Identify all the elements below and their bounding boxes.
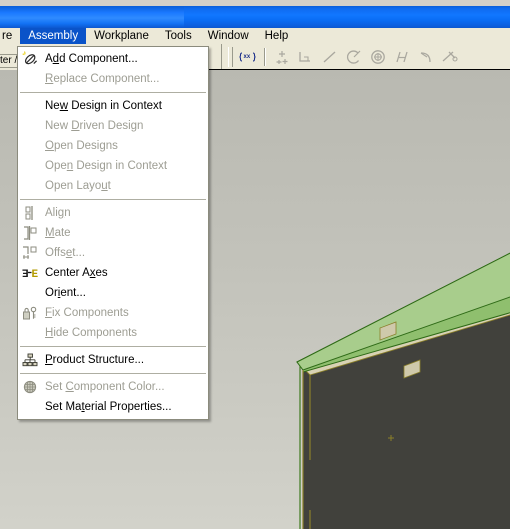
trim-icon[interactable]	[438, 46, 462, 68]
menu-item-label: Open Designs	[45, 140, 118, 152]
window-title-bar[interactable]	[0, 6, 510, 28]
menu-item-add-component[interactable]: Add Component...	[18, 49, 208, 69]
parallel-icon[interactable]	[390, 46, 414, 68]
menu-item-new-design-in-context[interactable]: New Design in Context	[18, 96, 208, 116]
offset-icon	[18, 243, 42, 263]
menu-item-label: Orient...	[45, 287, 86, 299]
menu-item-set-material-properties[interactable]: Set Material Properties...	[18, 397, 208, 417]
corner-icon[interactable]	[294, 46, 318, 68]
application-window: re Assembly Workplane Tools Window Help xx	[0, 0, 510, 529]
menu-item-label: Replace Component...	[45, 73, 160, 85]
menu-item-center-axes[interactable]: Center Axes	[18, 263, 208, 283]
menu-item-open-design-in-context: Open Design in Context	[18, 156, 208, 176]
menu-item-label: Set Component Color...	[45, 381, 165, 393]
menu-item-icon-slot	[18, 96, 42, 116]
menu-feature-clipped[interactable]: re	[0, 28, 20, 44]
menu-separator	[20, 199, 206, 200]
menu-separator	[20, 346, 206, 347]
menu-item-open-designs: Open Designs	[18, 136, 208, 156]
menu-tools[interactable]: Tools	[157, 28, 200, 44]
menu-item-icon-slot	[18, 397, 42, 417]
menu-assembly[interactable]: Assembly	[20, 28, 87, 44]
menu-item-offset: Offset...	[18, 243, 208, 263]
assembly-dropdown-menu[interactable]: Add Component... Replace Component... New …	[17, 46, 209, 420]
menu-item-label: Set Material Properties...	[45, 401, 172, 413]
menu-item-orient[interactable]: Orient...	[18, 283, 208, 303]
add-component-icon	[18, 49, 42, 69]
title-bar-highlight	[0, 6, 184, 28]
fillet-icon[interactable]	[414, 46, 438, 68]
menu-item-label: Open Layout	[45, 180, 111, 192]
menu-item-label: Align	[45, 207, 71, 219]
menu-item-label: New Design in Context	[45, 100, 162, 112]
menu-item-icon-slot	[18, 156, 42, 176]
menu-item-fix-components: Fix Components	[18, 303, 208, 323]
line-icon[interactable]	[318, 46, 342, 68]
menu-item-icon-slot	[18, 116, 42, 136]
menu-help[interactable]: Help	[257, 28, 297, 44]
menu-item-icon-slot	[18, 136, 42, 156]
menu-item-label: Fix Components	[45, 307, 129, 319]
svg-text:xx: xx	[244, 54, 251, 60]
toolbar-separator	[264, 48, 266, 66]
menu-separator	[20, 373, 206, 374]
menu-item-label: Hide Components	[45, 327, 138, 339]
center-axes-icon	[18, 263, 42, 283]
menu-item-hide-components: Hide Components	[18, 323, 208, 343]
menu-window[interactable]: Window	[200, 28, 257, 44]
menu-item-new-driven-design: New Driven Design	[18, 116, 208, 136]
toolbar-drag-handle[interactable]	[228, 47, 233, 67]
fix-components-icon	[18, 303, 42, 323]
menu-item-label: New Driven Design	[45, 120, 144, 132]
menu-item-icon-slot	[18, 69, 42, 89]
menu-item-set-component-color: Set Component Color...	[18, 377, 208, 397]
menu-item-label: Center Axes	[45, 267, 108, 279]
menu-item-icon-slot	[18, 283, 42, 303]
menu-item-label: Open Design in Context	[45, 160, 168, 172]
menu-workplane[interactable]: Workplane	[86, 28, 157, 44]
menu-item-label: Add Component...	[45, 53, 138, 65]
point-icon[interactable]	[270, 46, 294, 68]
menu-item-label: Product Structure...	[45, 354, 145, 366]
align-icon	[18, 203, 42, 223]
menu-item-label: Mate	[45, 227, 71, 239]
menu-item-replace-component: Replace Component...	[18, 69, 208, 89]
menu-item-align: Align	[18, 203, 208, 223]
menu-item-icon-slot	[18, 323, 42, 343]
menu-item-open-layout: Open Layout	[18, 176, 208, 196]
set-component-color-icon	[18, 377, 42, 397]
menu-bar[interactable]: re Assembly Workplane Tools Window Help	[0, 28, 510, 44]
menu-item-product-structure[interactable]: Product Structure...	[18, 350, 208, 370]
arc-icon[interactable]	[342, 46, 366, 68]
menu-item-mate: Mate	[18, 223, 208, 243]
mate-icon	[18, 223, 42, 243]
circle-icon[interactable]	[366, 46, 390, 68]
variables-icon[interactable]: xx	[236, 46, 260, 68]
menu-item-icon-slot	[18, 176, 42, 196]
menu-item-label: Offset...	[45, 247, 86, 259]
sketch-toolbar[interactable]: xx	[224, 44, 462, 70]
menu-separator	[20, 92, 206, 93]
product-structure-icon	[18, 350, 42, 370]
